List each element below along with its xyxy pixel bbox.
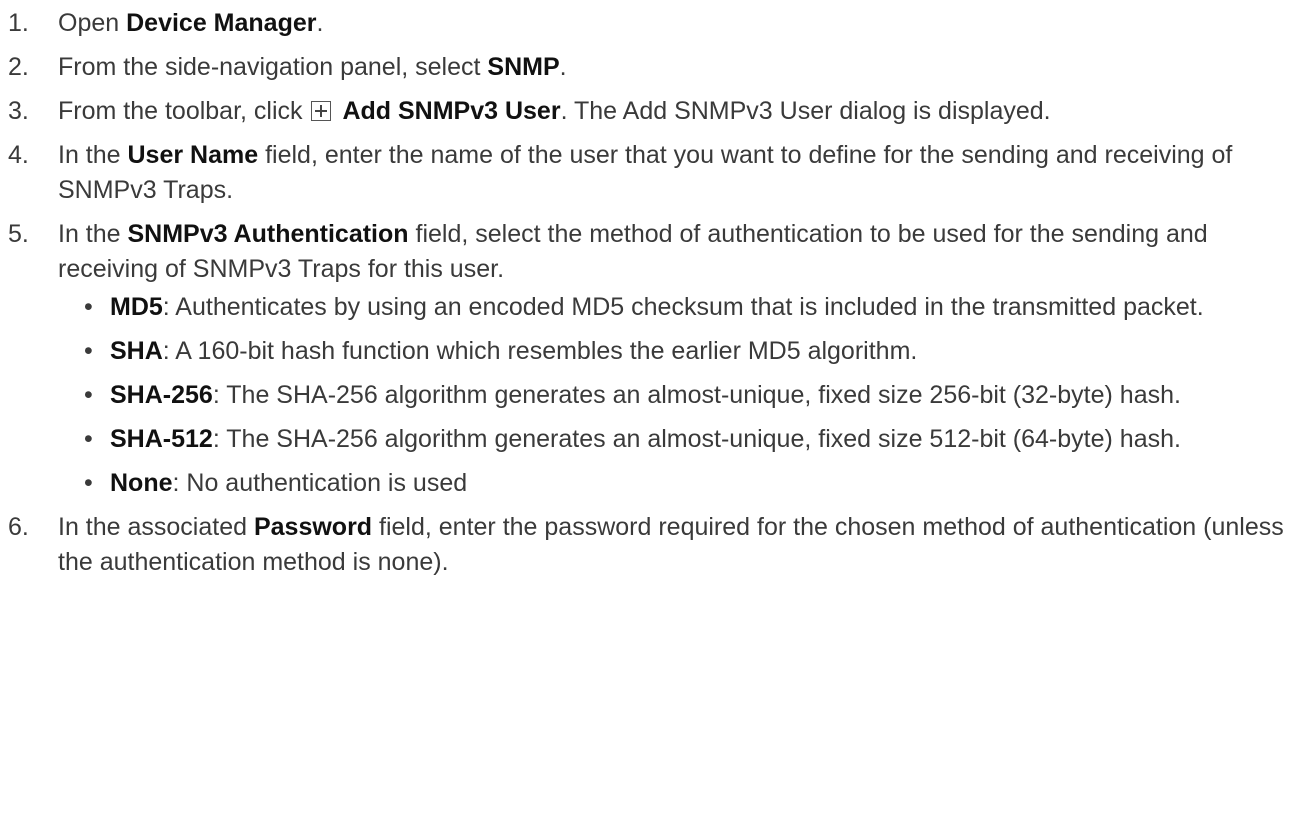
step-number: 5. <box>8 220 29 248</box>
bullet-icon: • <box>84 425 93 453</box>
step-6: 6. In the associated Password field, ent… <box>0 510 1300 580</box>
term-description: : A 160-bit hash function which resemble… <box>162 337 918 365</box>
list-item: • SHA-256: The SHA-256 algorithm generat… <box>82 378 1300 413</box>
step-number: 2. <box>8 53 29 81</box>
step-4: 4. In the User Name field, enter the nam… <box>0 138 1300 208</box>
term-sha-256: SHA-256 <box>110 381 213 409</box>
step-text: . <box>559 53 567 81</box>
step-2: 2. From the side-navigation panel, selec… <box>0 50 1300 85</box>
bullet-icon: • <box>84 293 93 321</box>
step-number: 1. <box>8 9 29 37</box>
step-1: 1. Open Device Manager. <box>0 6 1300 41</box>
list-item: • None: No authentication is used <box>82 466 1300 501</box>
ui-term-snmp: SNMP <box>487 53 560 81</box>
term-md5: MD5 <box>110 293 163 321</box>
auth-method-list: • MD5: Authenticates by using an encoded… <box>58 290 1300 501</box>
ui-term-password: Password <box>253 513 373 541</box>
document-page: 1. Open Device Manager. 2. From the side… <box>0 0 1307 828</box>
ui-term-device-manager: Device Manager <box>126 9 317 37</box>
term-sha: SHA <box>110 337 163 365</box>
ui-term-snmpv3-authentication: SNMPv3 Authentication <box>127 220 409 248</box>
step-text: In the associated <box>58 513 254 541</box>
term-description: : No authentication is used <box>172 469 468 497</box>
step-text: . The Add SNMPv3 User dialog is displaye… <box>560 97 1051 125</box>
term-description: : The SHA-256 algorithm generates an alm… <box>212 381 1181 409</box>
term-sha-512: SHA-512 <box>110 425 213 453</box>
step-text: From the side-navigation panel, select <box>58 53 488 81</box>
list-item: • SHA: A 160-bit hash function which res… <box>82 334 1300 369</box>
list-item: • SHA-512: The SHA-256 algorithm generat… <box>82 422 1300 457</box>
step-text: From the toolbar, click <box>58 97 310 125</box>
step-number: 4. <box>8 141 29 169</box>
term-description: : The SHA-256 algorithm generates an alm… <box>212 425 1181 453</box>
plus-square-icon <box>311 101 332 121</box>
step-3: 3. From the toolbar, click Add SNMPv3 Us… <box>0 94 1300 129</box>
step-text: In the <box>58 220 128 248</box>
step-text: Open <box>58 9 127 37</box>
step-number: 6. <box>8 513 29 541</box>
procedure-steps: 1. Open Device Manager. 2. From the side… <box>0 6 1300 589</box>
list-item: • MD5: Authenticates by using an encoded… <box>82 290 1300 325</box>
step-number: 3. <box>8 97 29 125</box>
step-text: . <box>316 9 324 37</box>
ui-term-user-name: User Name <box>127 141 259 169</box>
ui-term-add-snmpv3-user: Add SNMPv3 User <box>342 97 561 125</box>
bullet-icon: • <box>84 381 93 409</box>
step-5: 5. In the SNMPv3 Authentication field, s… <box>0 217 1300 501</box>
term-description: : Authenticates by using an encoded MD5 … <box>162 293 1204 321</box>
bullet-icon: • <box>84 469 93 497</box>
term-none: None <box>110 469 173 497</box>
bullet-icon: • <box>84 337 93 365</box>
step-text: In the <box>58 141 128 169</box>
